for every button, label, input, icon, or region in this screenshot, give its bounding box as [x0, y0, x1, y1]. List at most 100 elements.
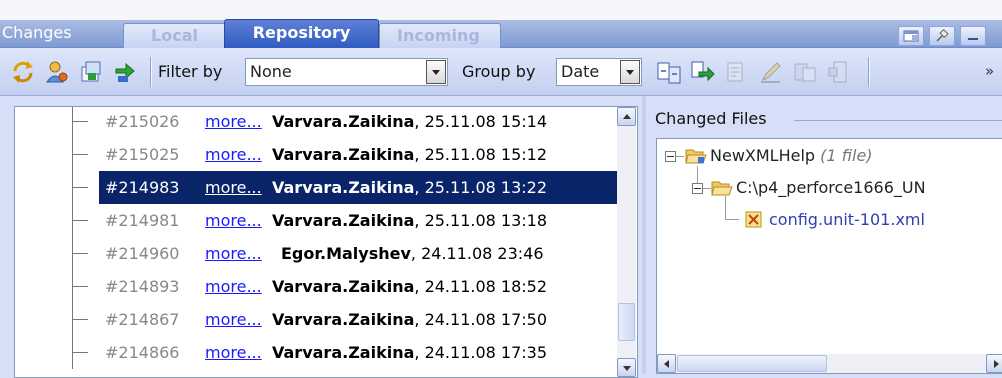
horizontal-scrollbar[interactable]	[657, 354, 1002, 373]
changelist-row[interactable]: #214866 more... Varvara.Zaikina, 24.11.08 …	[15, 336, 619, 369]
tab-incoming[interactable]: Incoming	[379, 23, 501, 48]
toolbar: Filter by None Group by Date »	[0, 48, 1002, 96]
scrollbar-thumb[interactable]	[677, 355, 827, 372]
scroll-right-button[interactable]	[986, 354, 1002, 373]
changelist-panel: #214866 more... Varvara.Zaikina, 24.11.08 …	[0, 96, 640, 378]
scroll-left-button[interactable]	[657, 354, 676, 373]
merge-icon	[691, 61, 715, 82]
more-link[interactable]: more...	[205, 171, 262, 204]
more-link[interactable]: more...	[205, 237, 262, 270]
changelist-info: Varvara.Zaikina, 24.11.08 17:50	[272, 303, 547, 336]
changelist-row[interactable]: #215025 more... Varvara.Zaikina, 25.11.08 …	[15, 138, 619, 171]
tree-connector	[72, 220, 88, 221]
pencil-button[interactable]	[758, 59, 784, 85]
pin-button[interactable]	[929, 26, 955, 46]
changelist-list[interactable]: #214866 more... Varvara.Zaikina, 24.11.08 …	[14, 106, 638, 378]
edit-icon	[727, 62, 743, 82]
tab-repository[interactable]: Repository	[224, 19, 379, 48]
tree-connector	[72, 107, 73, 138]
folder-open-icon	[685, 149, 707, 164]
changelist-info: Varvara.Zaikina, 25.11.08 13:18	[272, 204, 547, 237]
window-mode-button[interactable]	[898, 26, 924, 46]
author-name: Egor.Malyshev	[281, 244, 411, 263]
tree-connector	[725, 196, 726, 219]
edit-button[interactable]	[724, 59, 750, 85]
tab-local[interactable]: Local	[123, 23, 226, 48]
more-link[interactable]: more...	[205, 204, 262, 237]
show-file-button[interactable]	[78, 59, 104, 85]
revision-number: #214983	[105, 178, 180, 197]
user-settings-icon	[46, 61, 68, 83]
toolbar-separator	[868, 57, 869, 87]
update-button[interactable]	[112, 59, 138, 85]
changed-files-tree[interactable]: NewXMLHelp (1 file) C:\p4_perforce1666_U…	[656, 138, 1002, 374]
merge-button[interactable]	[690, 59, 716, 85]
tree-connector	[72, 286, 88, 287]
pin-icon	[936, 29, 949, 42]
revision-number: #214960	[105, 244, 180, 263]
vertical-scrollbar[interactable]	[617, 107, 636, 377]
group-by-label: Group by	[462, 62, 536, 81]
revision-number: #214867	[105, 310, 180, 329]
more-link[interactable]: more...	[205, 270, 262, 303]
change-datetime: , 25.11.08 15:14	[414, 112, 548, 131]
author-name: Varvara.Zaikina	[272, 145, 415, 164]
toolbar-separator	[150, 57, 151, 87]
changelist-row[interactable]: #214893 more... Varvara.Zaikina, 24.11.08 …	[15, 270, 619, 303]
author-name: Varvara.Zaikina	[272, 310, 415, 329]
revision-number: #214866	[105, 343, 180, 362]
title-rule	[794, 120, 1002, 121]
revert-button[interactable]	[826, 59, 852, 85]
annotate-icon	[794, 63, 816, 82]
more-link[interactable]: more...	[205, 336, 262, 369]
more-link[interactable]: more...	[205, 303, 262, 336]
changelist-row[interactable]: #214960 more... Egor.Malyshev, 24.11.08 23…	[15, 237, 619, 270]
tree-node-root[interactable]: NewXMLHelp (1 file)	[710, 145, 873, 167]
author-name: Varvara.Zaikina	[272, 343, 415, 362]
tree-connector	[725, 219, 739, 220]
changelist-row[interactable]: #215026 more... Varvara.Zaikina, 25.11.08 …	[15, 107, 619, 138]
change-datetime: , 25.11.08 13:22	[414, 178, 548, 197]
window-mode-icon	[903, 30, 919, 42]
changelist-row[interactable]: #214983 more... Varvara.Zaikina, 25.11.08 …	[15, 171, 623, 204]
chevron-down-icon[interactable]	[426, 60, 446, 84]
more-link[interactable]: more...	[205, 107, 262, 138]
user-settings-button[interactable]	[44, 59, 70, 85]
tree-connector	[72, 187, 88, 188]
changelist-info: Varvara.Zaikina, 25.11.08 13:22	[272, 171, 547, 204]
changelist-info: Egor.Malyshev, 24.11.08 23:46	[281, 237, 544, 270]
revision-number: #214981	[105, 211, 180, 230]
filter-by-label: Filter by	[158, 62, 223, 81]
compare-icon	[657, 62, 681, 84]
tree-connector	[676, 156, 684, 157]
tree-connector	[72, 319, 88, 320]
tree-connector	[72, 352, 88, 353]
minimize-icon	[968, 38, 978, 40]
more-link[interactable]: more...	[205, 138, 262, 171]
tree-connector	[72, 121, 88, 122]
tree-node-file[interactable]: config.unit-101.xml	[769, 209, 925, 231]
refresh-icon	[13, 61, 33, 83]
collapse-icon[interactable]	[665, 151, 676, 162]
changelist-row[interactable]: #214981 more... Varvara.Zaikina, 25.11.08 …	[15, 204, 619, 237]
tree-connector	[697, 166, 698, 184]
tree-node-folder[interactable]: C:\p4_perforce1666_UN	[736, 177, 926, 199]
changelist-row[interactable]: #214867 more... Varvara.Zaikina, 24.11.08 …	[15, 303, 619, 336]
compare-button[interactable]	[656, 59, 682, 85]
changelist-info: Varvara.Zaikina, 25.11.08 15:14	[272, 107, 548, 138]
scroll-up-button[interactable]	[617, 107, 636, 126]
scroll-down-button[interactable]	[617, 358, 636, 377]
annotate-button[interactable]	[792, 59, 818, 85]
group-by-select[interactable]: Date	[556, 58, 642, 86]
revision-number: #214893	[105, 277, 180, 296]
refresh-button[interactable]	[10, 59, 36, 85]
chevron-down-icon[interactable]	[620, 60, 640, 84]
collapse-icon[interactable]	[692, 183, 703, 194]
filter-by-value: None	[250, 62, 292, 81]
changelist-info: Varvara.Zaikina, 25.11.08 15:12	[272, 138, 547, 171]
toolbar-overflow-button[interactable]: »	[985, 62, 994, 80]
scrollbar-thumb[interactable]	[618, 303, 635, 341]
update-icon	[115, 62, 135, 82]
filter-by-select[interactable]: None	[245, 58, 448, 86]
minimize-button[interactable]	[960, 26, 986, 46]
